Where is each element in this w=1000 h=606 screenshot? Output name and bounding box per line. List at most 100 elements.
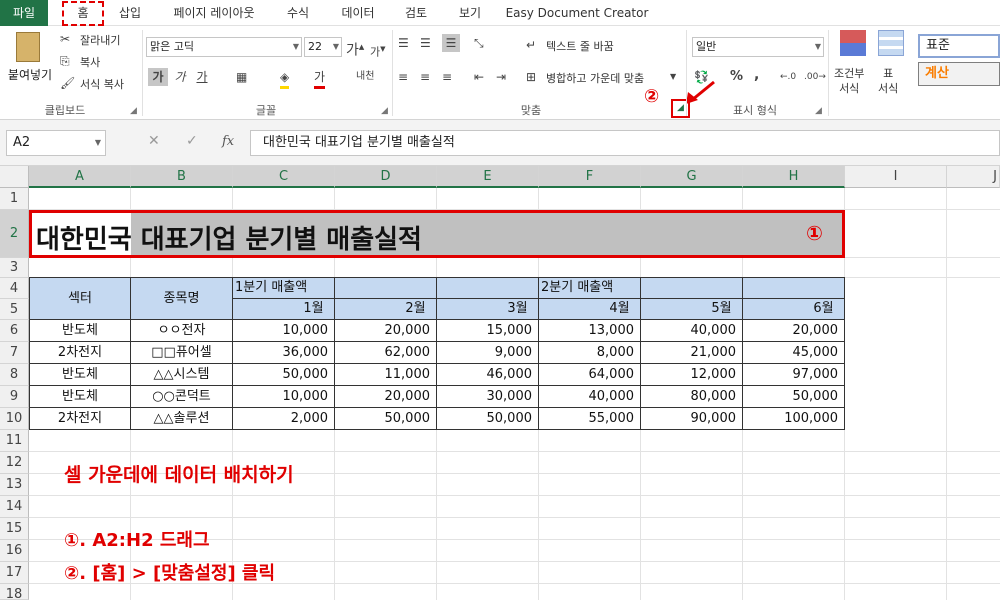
cell-name[interactable]: △△시스템 <box>131 364 233 386</box>
row-header[interactable]: 4 <box>0 278 29 299</box>
row-header[interactable]: 3 <box>0 258 29 278</box>
header-empty[interactable] <box>641 277 743 299</box>
style-normal[interactable]: 표준 <box>918 34 1000 58</box>
header-month[interactable]: 2월 <box>335 299 437 320</box>
cell-value[interactable]: 13,000 <box>539 320 641 342</box>
cell-value[interactable]: 11,000 <box>335 364 437 386</box>
header-name[interactable]: 종목명 <box>131 277 233 320</box>
header-month[interactable]: 4월 <box>539 299 641 320</box>
align-top-icon[interactable]: ☰ <box>398 34 409 52</box>
format-painter-button[interactable]: 서식 복사 <box>80 76 124 92</box>
header-month[interactable]: 6월 <box>743 299 845 320</box>
comma-button[interactable]: , <box>754 66 759 84</box>
row-header[interactable]: 6 <box>0 320 29 342</box>
align-middle-icon[interactable]: ☰ <box>420 34 431 52</box>
enter-icon[interactable]: ✓ <box>186 133 198 149</box>
cut-button[interactable]: 잘라내기 <box>80 32 120 48</box>
select-all-corner[interactable] <box>0 166 29 188</box>
row-header[interactable]: 12 <box>0 452 29 474</box>
align-right-icon[interactable]: ≡ <box>442 68 452 86</box>
cell-value[interactable]: 50,000 <box>233 364 335 386</box>
copy-button[interactable]: 복사 <box>80 54 100 70</box>
cell-value[interactable]: 30,000 <box>437 386 539 408</box>
cell-value[interactable]: 36,000 <box>233 342 335 364</box>
row-header[interactable]: 10 <box>0 408 29 430</box>
row-header[interactable]: 5 <box>0 299 29 320</box>
tab-formulas[interactable]: 수식 <box>278 0 318 26</box>
cell-value[interactable]: 8,000 <box>539 342 641 364</box>
merge-center-button[interactable]: 병합하고 가운데 맞춤 <box>546 70 644 86</box>
cell-value[interactable]: 64,000 <box>539 364 641 386</box>
cell-value[interactable]: 80,000 <box>641 386 743 408</box>
tab-insert[interactable]: 삽입 <box>110 0 150 26</box>
font-launcher-icon[interactable]: ◢ <box>381 106 388 116</box>
cell-value[interactable]: 50,000 <box>437 408 539 430</box>
col-header-e[interactable]: E <box>437 166 539 188</box>
font-name-select[interactable]: 맑은 고딕 ▼ <box>146 37 302 57</box>
number-launcher-icon[interactable]: ◢ <box>815 106 822 116</box>
align-bottom-icon[interactable]: ☰ <box>442 34 460 52</box>
cell-sector[interactable]: 2차전지 <box>29 408 131 430</box>
title-selection[interactable]: 대한민국 대표기업 분기별 매출실적 ① <box>29 210 845 258</box>
bold-button[interactable]: 가 <box>148 68 168 86</box>
wrap-text-button[interactable]: 텍스트 줄 바꿈 <box>546 38 614 54</box>
percent-button[interactable]: % <box>730 68 743 86</box>
col-header-i[interactable]: I <box>845 166 947 188</box>
row-header[interactable]: 18 <box>0 584 29 602</box>
tab-file[interactable]: 파일 <box>0 0 48 26</box>
tab-page-layout[interactable]: 페이지 레이아웃 <box>158 0 270 26</box>
col-header-a[interactable]: A <box>29 166 131 188</box>
cell-name[interactable]: ㅇㅇ전자 <box>131 320 233 342</box>
tab-view[interactable]: 보기 <box>448 0 492 26</box>
decrease-indent-icon[interactable]: ⇤ <box>474 68 484 86</box>
cell-value[interactable]: 97,000 <box>743 364 845 386</box>
cell-value[interactable]: 10,000 <box>233 386 335 408</box>
cell-name[interactable]: □□퓨어셀 <box>131 342 233 364</box>
phonetic-icon[interactable]: 내천 <box>356 68 374 86</box>
number-format-select[interactable]: 일반 ▼ <box>692 37 824 57</box>
cell-sector[interactable]: 반도체 <box>29 386 131 408</box>
clipboard-launcher-icon[interactable]: ◢ <box>130 106 137 116</box>
cell-value[interactable]: 15,000 <box>437 320 539 342</box>
header-empty[interactable] <box>335 277 437 299</box>
increase-decimal-icon[interactable]: ←.0 <box>780 68 796 86</box>
col-header-j[interactable]: J <box>947 166 1000 188</box>
paste-button[interactable]: 붙여넣기 <box>4 30 54 96</box>
header-month[interactable]: 5월 <box>641 299 743 320</box>
fill-color-icon[interactable]: ◈ <box>280 68 290 89</box>
align-left-icon[interactable]: ≡ <box>398 68 408 86</box>
cell-value[interactable]: 46,000 <box>437 364 539 386</box>
align-center-icon[interactable]: ≡ <box>420 68 430 86</box>
col-header-c[interactable]: C <box>233 166 335 188</box>
cell-value[interactable]: 55,000 <box>539 408 641 430</box>
row-header[interactable]: 1 <box>0 188 29 210</box>
row-header[interactable]: 11 <box>0 430 29 452</box>
cell-sector[interactable]: 2차전지 <box>29 342 131 364</box>
cell-value[interactable]: 21,000 <box>641 342 743 364</box>
cell-sector[interactable]: 반도체 <box>29 320 131 342</box>
col-header-h[interactable]: H <box>743 166 845 188</box>
font-color-icon[interactable]: 가 <box>314 68 326 89</box>
cell-value[interactable]: 100,000 <box>743 408 845 430</box>
table-format-button[interactable]: 표 서식 <box>878 66 898 96</box>
row-header[interactable]: 2 <box>0 210 29 258</box>
cell-sector[interactable]: 반도체 <box>29 364 131 386</box>
header-q2[interactable]: 2분기 매출액 <box>539 277 641 299</box>
cell-value[interactable]: 2,000 <box>233 408 335 430</box>
row-header[interactable]: 9 <box>0 386 29 408</box>
cell-value[interactable]: 62,000 <box>335 342 437 364</box>
tab-data[interactable]: 데이터 <box>330 0 386 26</box>
row-header[interactable]: 8 <box>0 364 29 386</box>
cell-value[interactable]: 20,000 <box>335 320 437 342</box>
name-box[interactable]: A2 ▼ <box>6 130 106 156</box>
tab-review[interactable]: 검토 <box>394 0 438 26</box>
row-header[interactable]: 17 <box>0 562 29 584</box>
cell-name[interactable]: △△솔루션 <box>131 408 233 430</box>
increase-indent-icon[interactable]: ⇥ <box>496 68 506 86</box>
row-header[interactable]: 15 <box>0 518 29 540</box>
conditional-format-button[interactable]: 조건부 서식 <box>834 66 864 96</box>
header-month[interactable]: 1월 <box>233 299 335 320</box>
cell-value[interactable]: 20,000 <box>335 386 437 408</box>
col-header-d[interactable]: D <box>335 166 437 188</box>
cell-value[interactable]: 20,000 <box>743 320 845 342</box>
